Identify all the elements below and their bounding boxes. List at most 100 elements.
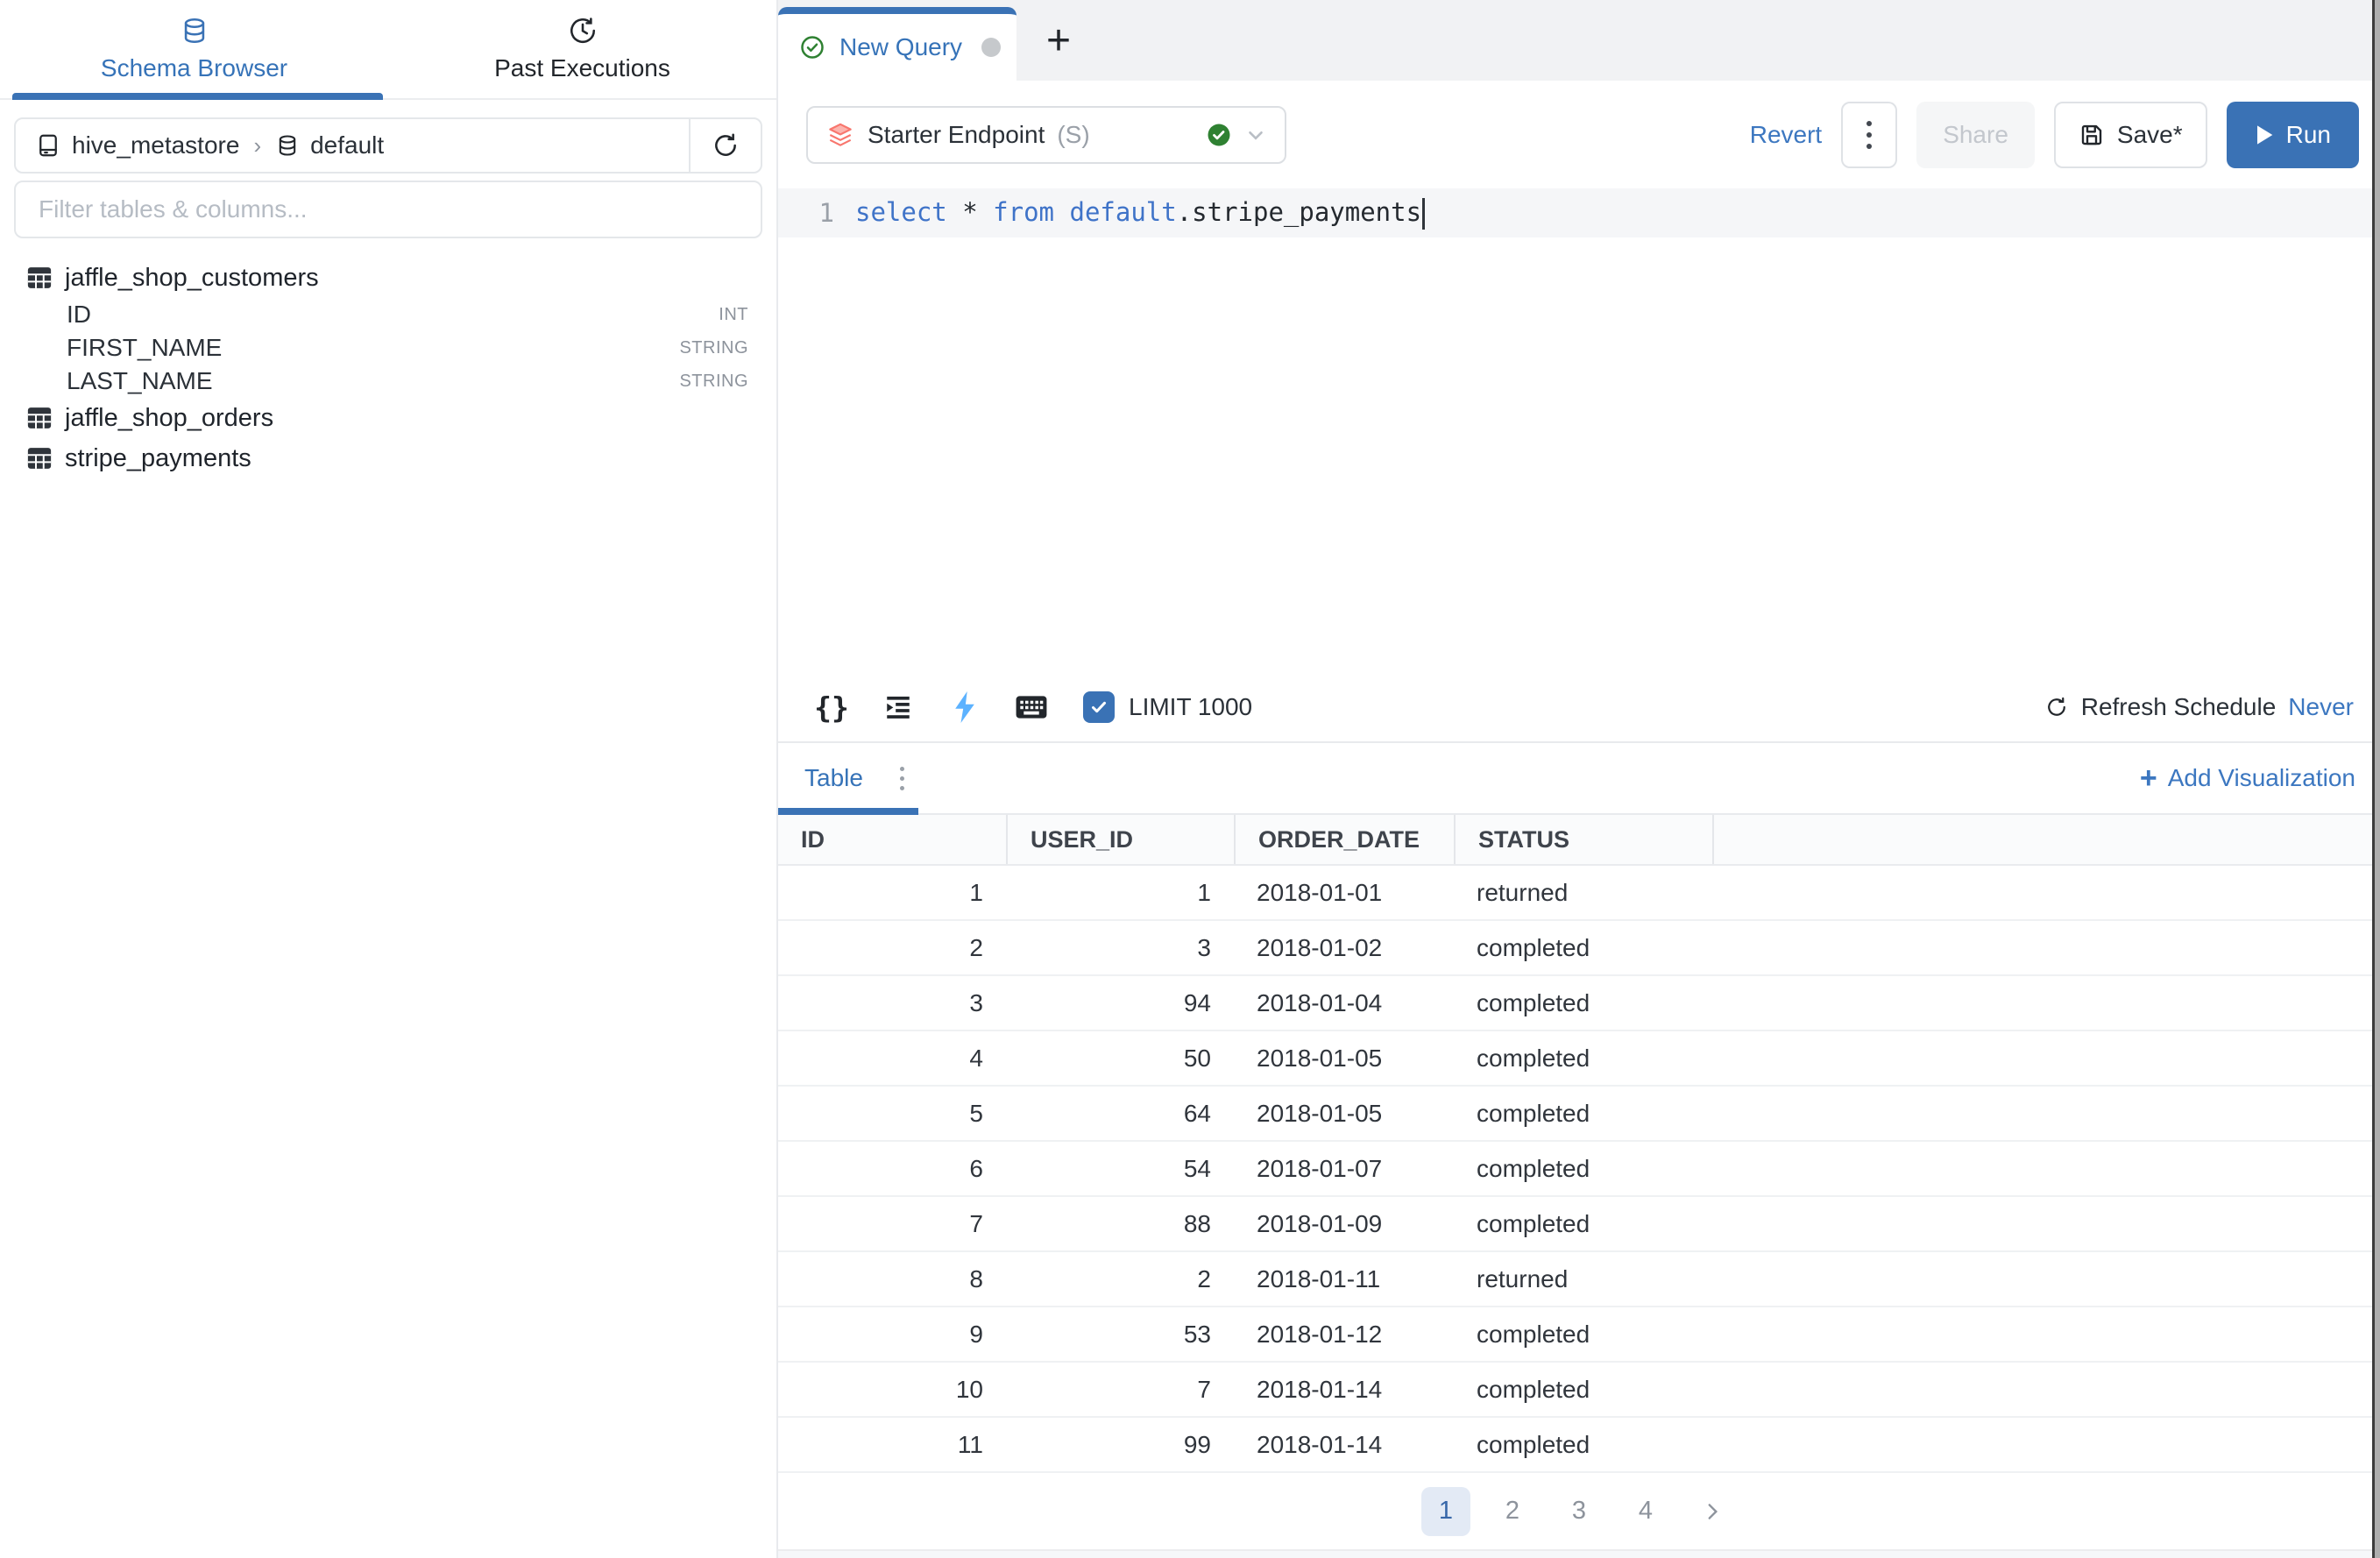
table-cell: 2018-01-04 — [1234, 976, 1454, 1030]
table-cell: completed — [1454, 976, 1712, 1030]
table-cell: 99 — [1006, 1418, 1234, 1471]
table-row: 5642018-01-05completed — [778, 1087, 2380, 1142]
table-cell: 9 — [778, 1307, 1006, 1361]
tab-past-executions[interactable]: Past Executions — [388, 0, 776, 98]
table-tab-menu-button[interactable] — [895, 761, 910, 796]
table-cell: 8 — [778, 1252, 1006, 1306]
line-number: 1 — [778, 198, 855, 228]
table-cell: 3 — [1006, 921, 1234, 974]
keyboard-icon — [1015, 694, 1048, 720]
table-row: 7882018-01-09completed — [778, 1197, 2380, 1252]
results-table-body: 112018-01-01returned232018-01-02complete… — [778, 866, 2380, 1473]
plus-icon: + — [2140, 761, 2157, 796]
filter-box — [14, 181, 762, 238]
table-cell: 2018-01-09 — [1234, 1197, 1454, 1250]
table-row: 9532018-01-12completed — [778, 1307, 2380, 1363]
code-line: 1 select * from default.stripe_payments — [778, 188, 2380, 237]
endpoint-name: Starter Endpoint — [868, 121, 1045, 149]
new-tab-button[interactable]: + — [1016, 0, 1101, 81]
results-panel: Table + Add Visualization IDUSER_IDORDER… — [778, 741, 2380, 1558]
results-table-header: IDUSER_IDORDER_DATESTATUS — [778, 815, 2380, 866]
table-cell: 53 — [1006, 1307, 1234, 1361]
limit-checkbox[interactable] — [1083, 691, 1115, 723]
active-tab-underline — [778, 808, 918, 815]
page-button[interactable]: 2 — [1488, 1487, 1537, 1536]
column-header[interactable]: USER_ID — [1006, 815, 1234, 864]
table-row: 1072018-01-14completed — [778, 1363, 2380, 1418]
catalog-icon — [35, 132, 61, 159]
column-header[interactable]: STATUS — [1454, 815, 1712, 864]
refresh-schedule: Refresh Schedule Never — [2044, 693, 2354, 721]
next-page-button[interactable] — [1688, 1487, 1737, 1536]
app-root: Schema Browser Past Executions — [0, 0, 2380, 1558]
tab-table-visualization[interactable]: Table — [804, 764, 863, 792]
page-button[interactable]: 1 — [1421, 1487, 1470, 1536]
column-type: INT — [719, 305, 748, 325]
sql-editor[interactable]: 1 select * from default.stripe_payments — [778, 188, 2380, 673]
tree-column[interactable]: LAST_NAME STRING — [0, 365, 776, 398]
window-edge-scrollbar[interactable] — [2372, 0, 2380, 1558]
sql-token: stripe_payments — [1192, 197, 1421, 227]
autocomplete-toggle-button[interactable] — [878, 687, 918, 727]
table-cell: 7 — [1006, 1363, 1234, 1416]
tree-table[interactable]: stripe_payments — [0, 438, 776, 478]
main-panel: New Query + Starter Endpoint (S) — [778, 0, 2380, 1558]
format-query-button[interactable]: {} — [811, 687, 852, 727]
table-cell: completed — [1454, 1087, 1712, 1140]
table-cell: returned — [1454, 1252, 1712, 1306]
sql-token: select — [855, 197, 947, 227]
breadcrumb[interactable]: hive_metastore › default — [16, 131, 689, 159]
tree-column[interactable]: FIRST_NAME STRING — [0, 331, 776, 365]
share-button[interactable]: Share — [1916, 102, 2035, 168]
breadcrumb-catalog[interactable]: hive_metastore — [72, 131, 239, 159]
table-cell-filler — [1712, 1252, 2380, 1306]
refresh-schedule-value[interactable]: Never — [2288, 693, 2354, 721]
keyboard-shortcuts-button[interactable] — [1011, 687, 1052, 727]
snippets-button[interactable] — [945, 687, 985, 727]
filter-input[interactable] — [16, 182, 761, 237]
check-circle-icon — [799, 34, 825, 60]
table-cell: 2018-01-07 — [1234, 1142, 1454, 1195]
tree-column[interactable]: ID INT — [0, 298, 776, 331]
refresh-schedule-label: Refresh Schedule — [2081, 693, 2277, 721]
query-toolbar: Starter Endpoint (S) Revert — [778, 81, 2380, 188]
sql-token — [978, 197, 993, 227]
endpoint-selector[interactable]: Starter Endpoint (S) — [806, 106, 1286, 164]
table-cell-filler — [1712, 1363, 2380, 1416]
more-actions-button[interactable] — [1841, 102, 1897, 168]
chevron-right-icon — [1701, 1500, 1724, 1523]
save-button[interactable]: Save* — [2054, 102, 2207, 168]
limit-toggle[interactable]: LIMIT 1000 — [1083, 691, 1252, 723]
save-button-label: Save* — [2117, 121, 2183, 149]
breadcrumb-separator: › — [253, 132, 261, 159]
page-button[interactable]: 4 — [1621, 1487, 1670, 1536]
schema-tree: jaffle_shop_customers ID INT FIRST_NAME … — [0, 258, 776, 478]
table-cell: 1 — [778, 866, 1006, 919]
query-tab-bar: New Query + — [778, 0, 2380, 81]
column-header[interactable]: ID — [778, 815, 1006, 864]
sidebar-tab-label: Past Executions — [494, 54, 670, 82]
table-cell: 2018-01-05 — [1234, 1031, 1454, 1085]
table-name: stripe_payments — [65, 444, 251, 473]
tab-new-query[interactable]: New Query — [778, 7, 1016, 81]
table-cell: 2018-01-14 — [1234, 1418, 1454, 1471]
editor-toolbar: {} — [778, 673, 2380, 741]
column-header[interactable]: ORDER_DATE — [1234, 815, 1454, 864]
endpoint-status-icon — [1206, 122, 1232, 148]
run-button[interactable]: Run — [2227, 102, 2359, 168]
refresh-schema-button[interactable] — [689, 119, 761, 172]
tree-table[interactable]: jaffle_shop_customers — [0, 258, 776, 298]
table-name: jaffle_shop_orders — [65, 404, 273, 433]
tab-schema-browser[interactable]: Schema Browser — [0, 0, 388, 98]
breadcrumb-schema[interactable]: default — [310, 131, 384, 159]
sidebar-tabs: Schema Browser Past Executions — [0, 0, 776, 100]
page-button[interactable]: 3 — [1555, 1487, 1604, 1536]
tree-table[interactable]: jaffle_shop_orders — [0, 398, 776, 438]
endpoint-stack-icon — [825, 120, 855, 150]
table-cell: completed — [1454, 1142, 1712, 1195]
table-cell-filler — [1712, 1142, 2380, 1195]
add-visualization-button[interactable]: + Add Visualization — [2140, 761, 2355, 796]
revert-button[interactable]: Revert — [1750, 121, 1822, 149]
column-name: FIRST_NAME — [67, 334, 222, 362]
refresh-icon — [712, 131, 740, 159]
